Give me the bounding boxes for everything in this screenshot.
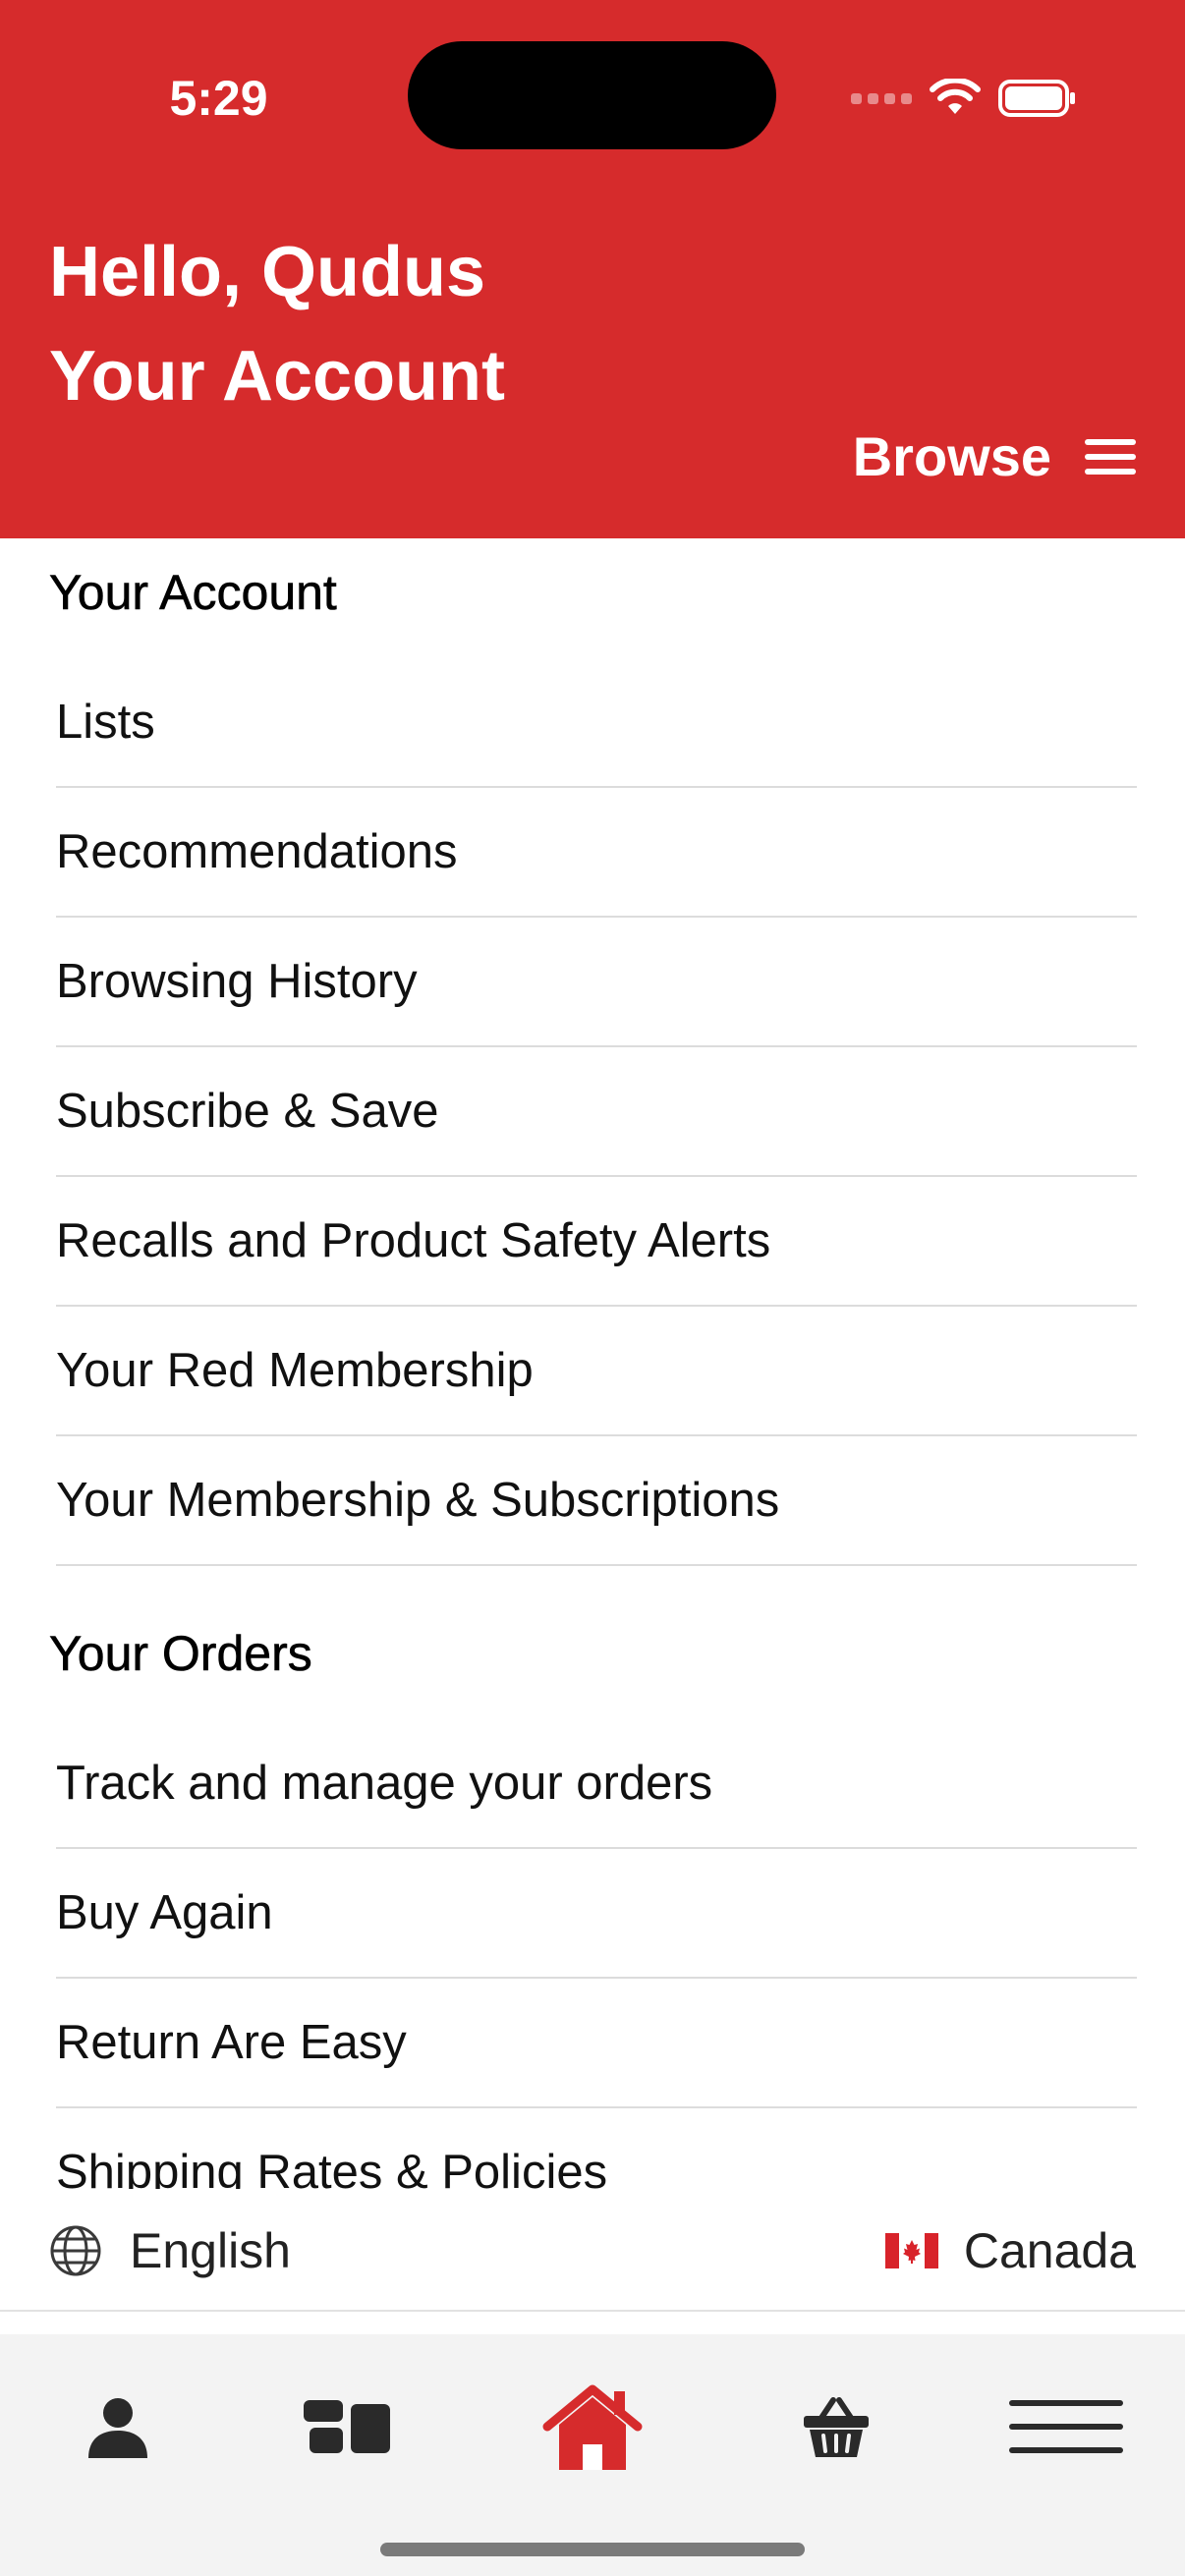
cellular-signal-icon	[851, 92, 912, 104]
hamburger-menu-icon	[1009, 2400, 1123, 2453]
menu-item-lists[interactable]: Lists	[56, 658, 1137, 788]
menu-item-track-orders[interactable]: Track and manage your orders	[56, 1719, 1137, 1849]
language-selector[interactable]: English	[49, 2189, 291, 2312]
menu-item-returns[interactable]: Return Are Easy	[56, 1979, 1137, 2108]
region-selector[interactable]: Canada	[884, 2189, 1136, 2312]
person-icon	[88, 2398, 147, 2458]
browse-button[interactable]: Browse	[853, 418, 1136, 496]
tab-dashboard[interactable]	[278, 2374, 416, 2482]
language-label: English	[130, 2222, 291, 2278]
menu-item-recalls-alerts[interactable]: Recalls and Product Safety Alerts	[56, 1177, 1137, 1307]
header: 5:29 Hello, Qudus Your Account Browse	[0, 0, 1185, 538]
account-screen: 5:29 Hello, Qudus Your Account Browse Yo…	[0, 0, 1185, 2576]
tab-account[interactable]	[49, 2374, 187, 2482]
menu-item-buy-again[interactable]: Buy Again	[56, 1849, 1137, 1979]
wifi-icon	[930, 79, 981, 114]
basket-icon	[804, 2397, 869, 2457]
dashboard-icon	[304, 2400, 390, 2453]
locale-bar: English Canada	[0, 2189, 1185, 2312]
region-label: Canada	[963, 2222, 1136, 2278]
home-icon	[542, 2384, 643, 2470]
browse-label: Browse	[852, 425, 1051, 487]
canada-flag-icon	[884, 2232, 938, 2268]
menu-item-red-membership[interactable]: Your Red Membership	[56, 1307, 1137, 1436]
menu-item-shipping-rates[interactable]: Shipping Rates & Policies	[56, 2108, 1137, 2189]
section-title-your-account: Your Account	[49, 565, 337, 621]
home-indicator[interactable]	[380, 2543, 805, 2556]
tab-bar	[0, 2334, 1185, 2576]
menu-item-memberships-subscriptions[interactable]: Your Membership & Subscriptions	[56, 1436, 1137, 1566]
hamburger-menu-icon	[1085, 439, 1136, 475]
globe-icon	[50, 2225, 101, 2275]
account-menu: Your Account Lists Recommendations Brows…	[0, 538, 1185, 2189]
status-icons	[851, 69, 1077, 128]
menu-item-subscribe-save[interactable]: Subscribe & Save	[56, 1047, 1137, 1177]
greeting: Hello, Qudus	[49, 233, 486, 311]
tab-cart[interactable]	[767, 2374, 905, 2482]
menu-item-recommendations[interactable]: Recommendations	[56, 788, 1137, 918]
dynamic-island	[408, 41, 776, 149]
menu-item-browsing-history[interactable]: Browsing History	[56, 918, 1137, 1047]
section-title-your-orders: Your Orders	[49, 1626, 312, 1682]
status-time: 5:29	[169, 71, 268, 126]
page-title: Your Account	[49, 337, 505, 416]
battery-icon	[998, 80, 1075, 117]
tab-home[interactable]	[524, 2374, 661, 2482]
tab-menu[interactable]	[997, 2374, 1135, 2482]
